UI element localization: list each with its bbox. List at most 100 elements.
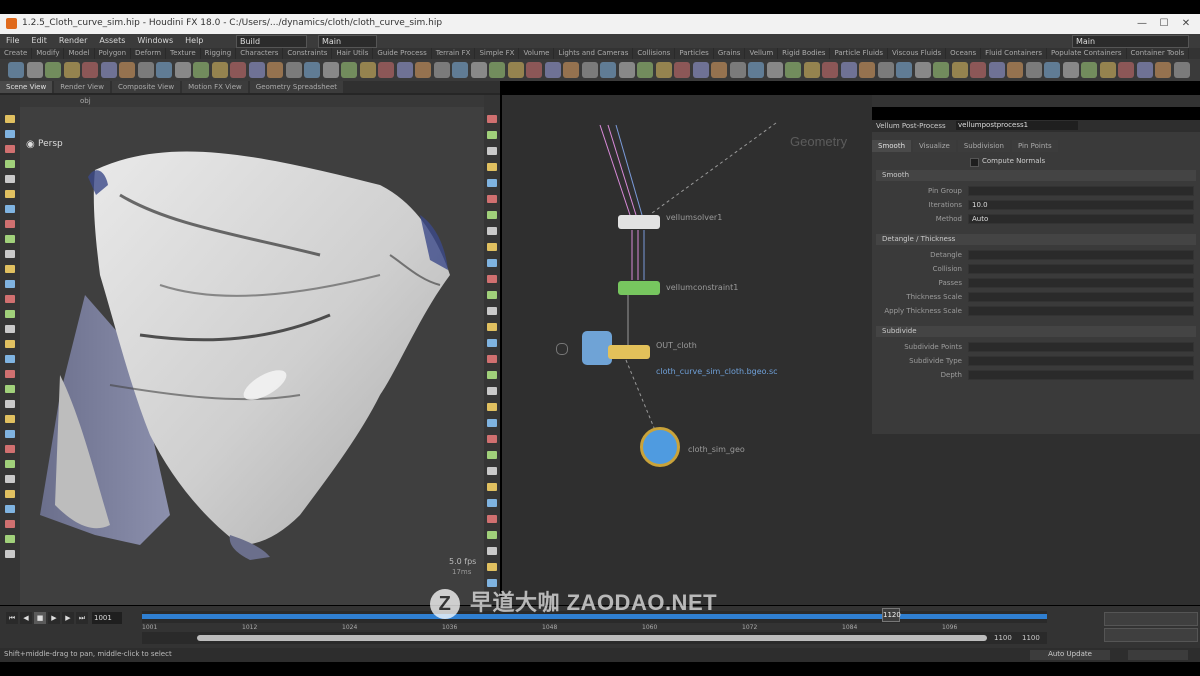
shelf-tab-4[interactable]: Deform xyxy=(131,48,167,59)
tab-render-view[interactable]: Render View xyxy=(54,81,110,93)
shelf-tool-icon[interactable] xyxy=(341,62,357,78)
param-tab-subdivision[interactable]: Subdivision xyxy=(957,140,1010,152)
shelf-tool-icon[interactable] xyxy=(637,62,653,78)
menu-item-file[interactable]: File xyxy=(0,34,25,48)
shelf-tool-icon[interactable] xyxy=(1062,62,1079,78)
param-field[interactable] xyxy=(968,264,1194,274)
shelf-tool-icon[interactable] xyxy=(119,62,135,78)
shelf-tool-icon[interactable] xyxy=(692,62,709,78)
stop-button[interactable]: ■ xyxy=(34,612,46,624)
param-field[interactable]: Auto xyxy=(968,214,1194,224)
shelf-tool-icon[interactable] xyxy=(951,62,968,78)
shelf-tool-icon[interactable] xyxy=(8,62,24,78)
shelf-tab-25[interactable]: Container Tools xyxy=(1127,48,1190,59)
build-select[interactable]: Main xyxy=(318,35,377,48)
param-section-0[interactable]: Smooth xyxy=(876,170,1196,181)
param-field[interactable] xyxy=(968,306,1194,316)
param-section-2[interactable]: Subdivide xyxy=(876,326,1196,337)
shelf-tool-icon[interactable] xyxy=(933,62,949,78)
shelf-tool-icon[interactable] xyxy=(285,62,302,78)
shelf-tool-icon[interactable] xyxy=(896,62,912,78)
shelf-tab-19[interactable]: Rigid Bodies xyxy=(778,48,831,59)
shelf-tab-8[interactable]: Constraints xyxy=(283,48,333,59)
channels-menu[interactable] xyxy=(1104,628,1198,642)
shelf-tab-23[interactable]: Fluid Containers xyxy=(981,48,1048,59)
shelf-tab-12[interactable]: Simple FX xyxy=(475,48,520,59)
shelf-tool-icon[interactable] xyxy=(1044,62,1060,78)
shelf-tab-6[interactable]: Rigging xyxy=(201,48,237,59)
shelf-tab-21[interactable]: Viscous Fluids xyxy=(888,48,947,59)
jump-end-button[interactable]: ⏭ xyxy=(76,612,88,624)
scene-viewport[interactable]: obj ◉ Persp 5.0 fps 17ms xyxy=(0,95,500,605)
node-vellum-constraints[interactable] xyxy=(618,281,660,295)
node-vellumsolver[interactable] xyxy=(618,215,660,229)
minimize-button[interactable]: — xyxy=(1132,16,1152,32)
shelf-tab-5[interactable]: Texture xyxy=(166,48,201,59)
shelf-tool-icon[interactable] xyxy=(988,62,1005,78)
shelf-tool-icon[interactable] xyxy=(396,62,413,78)
shelf-tool-icon[interactable] xyxy=(193,62,209,78)
shelf-tool-icon[interactable] xyxy=(748,62,764,78)
jump-start-button[interactable]: ⏮ xyxy=(6,612,18,624)
shelf-tool-icon[interactable] xyxy=(711,62,727,78)
network-editor[interactable]: vellumsolver1 vellumconstraint1 OUT_clot… xyxy=(502,95,872,605)
shelf-tool-icon[interactable] xyxy=(433,62,450,78)
tab-motion-fx-view[interactable]: Motion FX View xyxy=(182,81,248,93)
param-field[interactable] xyxy=(968,292,1194,302)
shelf-tab-20[interactable]: Particle Fluids xyxy=(830,48,888,59)
shelf-tool-icon[interactable] xyxy=(803,62,820,78)
shelf-tab-9[interactable]: Hair Utils xyxy=(332,48,374,59)
shelf-tab-17[interactable]: Grains xyxy=(714,48,746,59)
shelf-tool-icon[interactable] xyxy=(470,62,487,78)
shelf-tab-2[interactable]: Model xyxy=(64,48,95,59)
menu-item-render[interactable]: Render xyxy=(53,34,93,48)
shelf-tool-icon[interactable] xyxy=(785,62,801,78)
shelf-tool-icon[interactable] xyxy=(1173,62,1190,78)
shelf-tool-icon[interactable] xyxy=(581,62,598,78)
shelf-tool-icon[interactable] xyxy=(304,62,320,78)
step-forward-button[interactable]: ▶ xyxy=(62,612,74,624)
shelf-tool-icon[interactable] xyxy=(174,62,191,78)
shelf-tab-13[interactable]: Volume xyxy=(519,48,555,59)
param-field[interactable] xyxy=(968,342,1194,352)
shelf-tool-icon[interactable] xyxy=(563,62,579,78)
shelf-tool-icon[interactable] xyxy=(230,62,246,78)
play-button[interactable]: ▶ xyxy=(48,612,60,624)
param-field[interactable] xyxy=(968,356,1194,366)
frame-marker[interactable]: 1120 xyxy=(882,608,901,622)
menu-item-assets[interactable]: Assets xyxy=(93,34,131,48)
shelf-tool-icon[interactable] xyxy=(526,62,542,78)
shelf-tool-icon[interactable] xyxy=(822,62,838,78)
shelf-tool-icon[interactable] xyxy=(63,62,80,78)
shelf-tool-icon[interactable] xyxy=(82,62,98,78)
shelf-tool-icon[interactable] xyxy=(248,62,265,78)
shelf-tool-icon[interactable] xyxy=(156,62,172,78)
shelf-tool-icon[interactable] xyxy=(600,62,616,78)
param-field[interactable] xyxy=(968,250,1194,260)
shelf-tool-icon[interactable] xyxy=(970,62,986,78)
shelf-tool-icon[interactable] xyxy=(766,62,783,78)
param-field[interactable] xyxy=(968,186,1194,196)
desktop-select[interactable]: Build xyxy=(236,35,307,48)
compute-normals-checkbox[interactable] xyxy=(970,158,979,167)
shelf-tool-icon[interactable] xyxy=(1025,62,1042,78)
menu-item-help[interactable]: Help xyxy=(179,34,209,48)
keys-menu[interactable] xyxy=(1104,612,1198,626)
param-section-1[interactable]: Detangle / Thickness xyxy=(876,234,1196,245)
shelf-tab-0[interactable]: Create xyxy=(0,48,33,59)
param-tab-smooth[interactable]: Smooth xyxy=(872,140,912,152)
range-end-field[interactable]: 1100 xyxy=(1022,634,1040,642)
shelf-tab-3[interactable]: Polygon xyxy=(95,48,132,59)
shelf-tool-icon[interactable] xyxy=(507,62,524,78)
tab-geometry-spreadsheet[interactable]: Geometry Spreadsheet xyxy=(249,81,344,93)
shelf-tool-icon[interactable] xyxy=(877,62,894,78)
shelf-tool-icon[interactable] xyxy=(729,62,746,78)
shelf-tool-icon[interactable] xyxy=(26,62,43,78)
shelf-tool-icon[interactable] xyxy=(674,62,690,78)
close-button[interactable]: ✕ xyxy=(1176,16,1196,32)
menu-item-windows[interactable]: Windows xyxy=(131,34,179,48)
shelf-tab-1[interactable]: Modify xyxy=(32,48,65,59)
node-out-cloth[interactable] xyxy=(608,345,650,359)
param-field[interactable] xyxy=(968,278,1194,288)
shelf-tab-7[interactable]: Characters xyxy=(236,48,284,59)
